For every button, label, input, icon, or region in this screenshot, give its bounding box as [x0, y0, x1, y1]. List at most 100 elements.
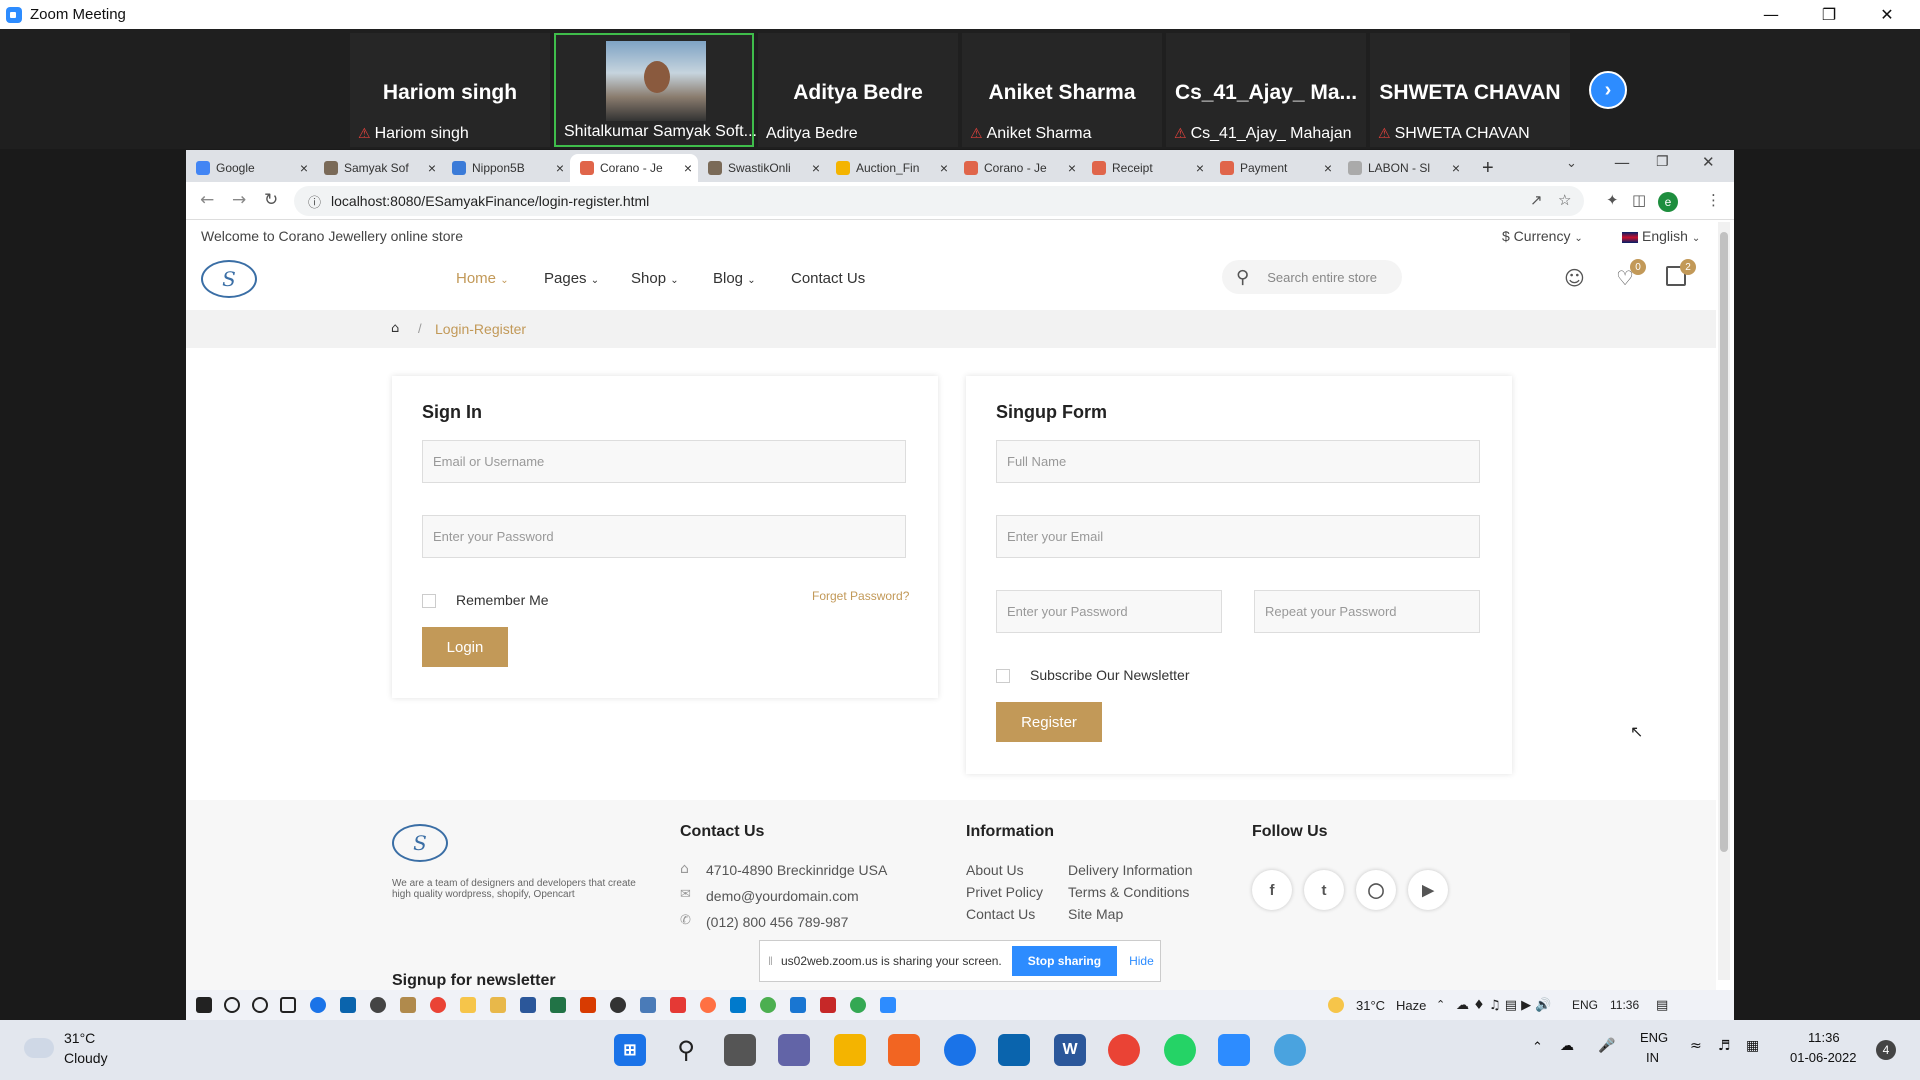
browser-tab[interactable]: Receipt ×: [1082, 154, 1210, 182]
participant-tile-active-speaker[interactable]: Shitalkumar Samyak Soft...: [554, 33, 757, 147]
chrome-icon[interactable]: [850, 997, 866, 1013]
word-icon[interactable]: [520, 997, 536, 1013]
browser-tab[interactable]: Nippon5B ×: [442, 154, 570, 182]
hide-share-bar-button[interactable]: Hide: [1129, 954, 1154, 968]
minimize-icon[interactable]: —: [1742, 0, 1800, 29]
signup-password-input[interactable]: Enter your Password: [996, 590, 1222, 633]
site-info-icon[interactable]: ⓘ: [308, 192, 321, 211]
remote-clock[interactable]: 11:36: [1610, 998, 1639, 1012]
close-tab-icon[interactable]: ×: [300, 160, 308, 176]
close-tab-icon[interactable]: ×: [1068, 160, 1076, 176]
close-tab-icon[interactable]: ×: [1452, 160, 1460, 176]
onedrive-icon[interactable]: ☁: [1560, 1038, 1574, 1054]
app-icon[interactable]: [790, 997, 806, 1013]
app-icon[interactable]: [610, 997, 626, 1013]
app-icon[interactable]: [700, 997, 716, 1013]
tray-icons[interactable]: ☁ ♦ ♫ ▤ ▶ 🔊: [1456, 998, 1551, 1013]
twitter-icon[interactable]: t: [1304, 870, 1344, 910]
subscribe-newsletter-checkbox[interactable]: [996, 669, 1010, 683]
youtube-icon[interactable]: ▶: [1408, 870, 1448, 910]
browser-tab[interactable]: LABON - Sl ×: [1338, 154, 1466, 182]
teams-chat-icon[interactable]: [778, 1034, 810, 1066]
footer-link-delivery[interactable]: Delivery Information: [1068, 862, 1193, 878]
task-view-icon[interactable]: [724, 1034, 756, 1066]
stop-sharing-button[interactable]: Stop sharing: [1011, 946, 1118, 976]
store-logo[interactable]: S: [201, 260, 257, 298]
clock-time[interactable]: 11:36: [1808, 1030, 1840, 1045]
zoom-icon[interactable]: [1218, 1034, 1250, 1066]
app-icon[interactable]: [820, 997, 836, 1013]
browser-close-icon[interactable]: ✕: [1702, 153, 1715, 171]
chrome-icon[interactable]: [1108, 1034, 1140, 1066]
edge-icon[interactable]: [944, 1034, 976, 1066]
browser-restore-icon[interactable]: ❐: [1656, 154, 1669, 170]
next-participants-arrow-icon[interactable]: ›: [1589, 71, 1627, 109]
instagram-icon[interactable]: ◯: [1356, 870, 1396, 910]
file-explorer-icon[interactable]: [490, 997, 506, 1013]
browser-tab[interactable]: Samyak Sof ×: [314, 154, 442, 182]
new-tab-button[interactable]: +: [1476, 154, 1506, 182]
chrome-icon[interactable]: [430, 997, 446, 1013]
bookmark-star-icon[interactable]: ☆: [1558, 191, 1571, 209]
browser-tab[interactable]: SwastikOnli ×: [698, 154, 826, 182]
restore-icon[interactable]: ❐: [1800, 0, 1858, 29]
footer-link-sitemap[interactable]: Site Map: [1068, 906, 1123, 922]
participant-tile[interactable]: Aditya Bedre Aditya Bedre: [758, 33, 958, 147]
user-account-icon[interactable]: ☺: [1564, 266, 1585, 290]
search-icon[interactable]: ⚲: [670, 1034, 702, 1066]
clock-date[interactable]: 01-06-2022: [1790, 1050, 1857, 1065]
close-tab-icon[interactable]: ×: [428, 160, 436, 176]
close-icon[interactable]: ✕: [1858, 0, 1916, 29]
mail-icon[interactable]: [998, 1034, 1030, 1066]
participant-tile[interactable]: Hariom singh ⚠ Hariom singh: [350, 33, 550, 147]
browser-tab[interactable]: Payment ×: [1210, 154, 1338, 182]
close-tab-icon[interactable]: ×: [684, 160, 692, 176]
app-icon[interactable]: [670, 997, 686, 1013]
xampp-icon[interactable]: [888, 1034, 920, 1066]
close-tab-icon[interactable]: ×: [1324, 160, 1332, 176]
nav-home[interactable]: Home ⌄: [456, 270, 509, 287]
volume-icon[interactable]: ♬: [1718, 1038, 1731, 1054]
app-icon[interactable]: [460, 997, 476, 1013]
participant-tile[interactable]: SHWETA CHAVAN ⚠ SHWETA CHAVAN: [1370, 33, 1570, 147]
drag-handle-icon[interactable]: ‖: [768, 954, 773, 968]
currency-dropdown[interactable]: $ Currency ⌄: [1502, 228, 1583, 244]
vscode-icon[interactable]: [730, 997, 746, 1013]
nav-blog[interactable]: Blog ⌄: [713, 270, 756, 287]
tray-chevron-icon[interactable]: ⌃: [1532, 1040, 1543, 1055]
browser-minimize-icon[interactable]: —: [1614, 153, 1630, 172]
notification-icon[interactable]: ▤: [1656, 998, 1668, 1013]
profile-avatar[interactable]: e: [1658, 192, 1678, 212]
nav-pages[interactable]: Pages ⌄: [544, 270, 599, 287]
browser-tab[interactable]: Auction_Fin ×: [826, 154, 954, 182]
zoom-icon[interactable]: [880, 997, 896, 1013]
cortana-icon[interactable]: [252, 997, 268, 1013]
footer-link-terms[interactable]: Terms & Conditions: [1068, 884, 1189, 900]
remember-me-checkbox[interactable]: [422, 594, 436, 608]
app-icon[interactable]: [400, 997, 416, 1013]
extensions-icon[interactable]: ✦: [1606, 191, 1619, 209]
wifi-icon[interactable]: ≈: [1690, 1038, 1702, 1054]
page-scrollbar[interactable]: [1718, 222, 1730, 980]
whatsapp-icon[interactable]: [1164, 1034, 1196, 1066]
app-icon[interactable]: [760, 997, 776, 1013]
file-explorer-icon[interactable]: [834, 1034, 866, 1066]
reload-icon[interactable]: ↻: [264, 190, 278, 210]
register-button[interactable]: Register: [996, 702, 1102, 742]
windows-start-icon[interactable]: ⊞: [614, 1034, 646, 1066]
edge-icon[interactable]: [310, 997, 326, 1013]
task-view-icon[interactable]: [280, 997, 296, 1013]
menu-kebab-icon[interactable]: ⋮: [1706, 191, 1721, 209]
input-language[interactable]: ENG: [1640, 1030, 1668, 1045]
excel-icon[interactable]: [550, 997, 566, 1013]
nav-contact-us[interactable]: Contact Us: [791, 270, 865, 287]
word-icon[interactable]: W: [1054, 1034, 1086, 1066]
battery-icon[interactable]: ▦: [1746, 1038, 1759, 1054]
browser-tab[interactable]: Corano - Je ×: [954, 154, 1082, 182]
signup-email-input[interactable]: Enter your Email: [996, 515, 1480, 558]
close-tab-icon[interactable]: ×: [556, 160, 564, 176]
footer-logo[interactable]: S: [392, 824, 448, 862]
facebook-icon[interactable]: f: [1252, 870, 1292, 910]
tray-chevron-icon[interactable]: ⌃: [1436, 998, 1445, 1011]
remote-lang[interactable]: ENG: [1572, 998, 1598, 1012]
